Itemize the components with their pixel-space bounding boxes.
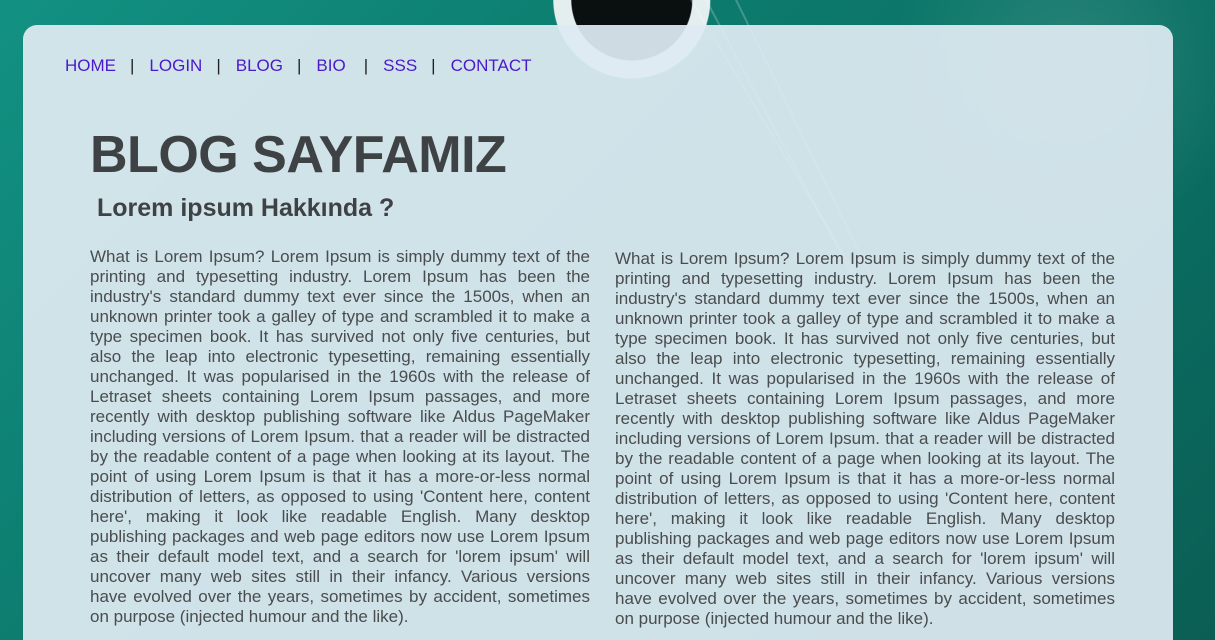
nav-separator: | bbox=[130, 56, 135, 75]
nav-link-bio[interactable]: BIO bbox=[316, 56, 345, 76]
article-column-left: What is Lorem Ipsum? Lorem Ipsum is simp… bbox=[90, 247, 590, 626]
nav-link-contact[interactable]: CONTACT bbox=[451, 56, 532, 76]
content-panel: HOME | LOGIN | BLOG | BIO | SSS | CONTAC… bbox=[23, 25, 1173, 640]
page-title: BLOG SAYFAMIZ bbox=[90, 126, 507, 184]
nav-separator: | bbox=[431, 56, 436, 75]
nav-link-sss[interactable]: SSS bbox=[383, 56, 417, 76]
nav-link-blog[interactable]: BLOG bbox=[236, 56, 283, 76]
article-column-right: What is Lorem Ipsum? Lorem Ipsum is simp… bbox=[615, 249, 1115, 628]
nav-separator: | bbox=[216, 56, 221, 75]
nav-separator: | bbox=[297, 56, 302, 75]
nav-link-home[interactable]: HOME bbox=[65, 56, 116, 76]
main-nav: HOME | LOGIN | BLOG | BIO | SSS | CONTAC… bbox=[65, 56, 532, 76]
nav-link-login[interactable]: LOGIN bbox=[149, 56, 202, 76]
nav-separator: | bbox=[363, 56, 369, 75]
section-subtitle: Lorem ipsum Hakkında ? bbox=[97, 194, 395, 222]
